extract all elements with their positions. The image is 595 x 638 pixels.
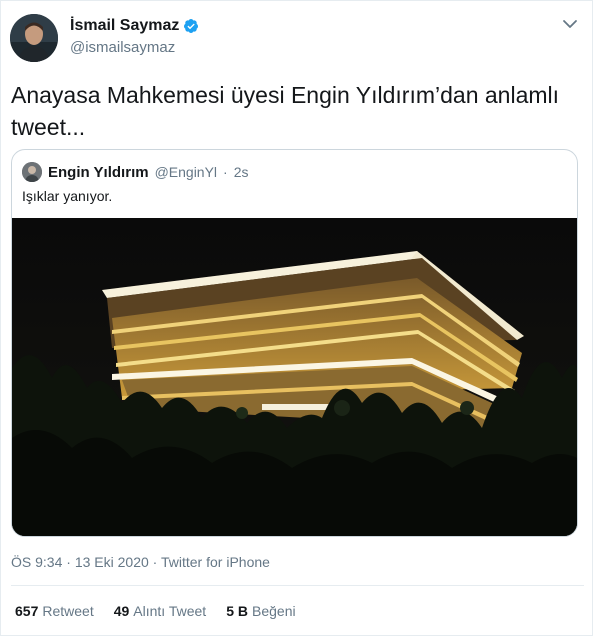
quoted-separator: · — [223, 164, 228, 180]
quoted-author-avatar[interactable] — [22, 162, 42, 182]
tweet-time[interactable]: ÖS 9:34 — [11, 554, 62, 570]
tweet-source[interactable]: Twitter for iPhone — [161, 554, 270, 570]
quote-stat[interactable]: 49 Alıntı Tweet — [114, 603, 206, 619]
tweet-text: Anayasa Mahkemesi üyesi Engin Yıldırım’d… — [11, 82, 560, 140]
author-name[interactable]: İsmail Saymaz — [70, 17, 179, 35]
quoted-tweet[interactable]: Engin Yıldırım @EnginYl · 2s Işıklar yan… — [11, 149, 578, 537]
retweet-label: Retweet — [42, 603, 94, 619]
quoted-text: Işıklar yanıyor. — [22, 188, 113, 204]
retweet-count: 657 — [15, 603, 39, 619]
quoted-author-handle[interactable]: @EnginYl — [155, 164, 217, 180]
retweet-stat[interactable]: 657 Retweet — [15, 603, 94, 619]
tweet-stats: 657 Retweet 49 Alıntı Tweet 5 B Beğeni — [15, 603, 296, 619]
quoted-author-name[interactable]: Engin Yıldırım — [48, 164, 149, 181]
tweet-meta: ÖS 9:34 · 13 Eki 2020 · Twitter for iPho… — [11, 554, 270, 570]
like-label: Beğeni — [252, 603, 296, 619]
tweet-card: İsmail Saymaz @ismailsaymaz Anayasa Mahk… — [0, 0, 593, 636]
chevron-down-icon[interactable] — [561, 17, 579, 31]
author-handle[interactable]: @ismailsaymaz — [70, 39, 175, 56]
like-count: 5 B — [226, 603, 248, 619]
quote-label: Alıntı Tweet — [133, 603, 207, 619]
author-avatar[interactable] — [10, 14, 58, 62]
tweet-date[interactable]: 13 Eki 2020 — [75, 554, 149, 570]
quoted-time[interactable]: 2s — [234, 164, 249, 180]
quoted-photo[interactable] — [12, 218, 577, 536]
like-stat[interactable]: 5 B Beğeni — [226, 603, 295, 619]
verified-badge-icon — [184, 19, 199, 33]
quote-count: 49 — [113, 603, 130, 619]
meta-separator: · — [66, 554, 71, 570]
meta-separator: · — [152, 554, 158, 570]
divider — [11, 585, 584, 586]
